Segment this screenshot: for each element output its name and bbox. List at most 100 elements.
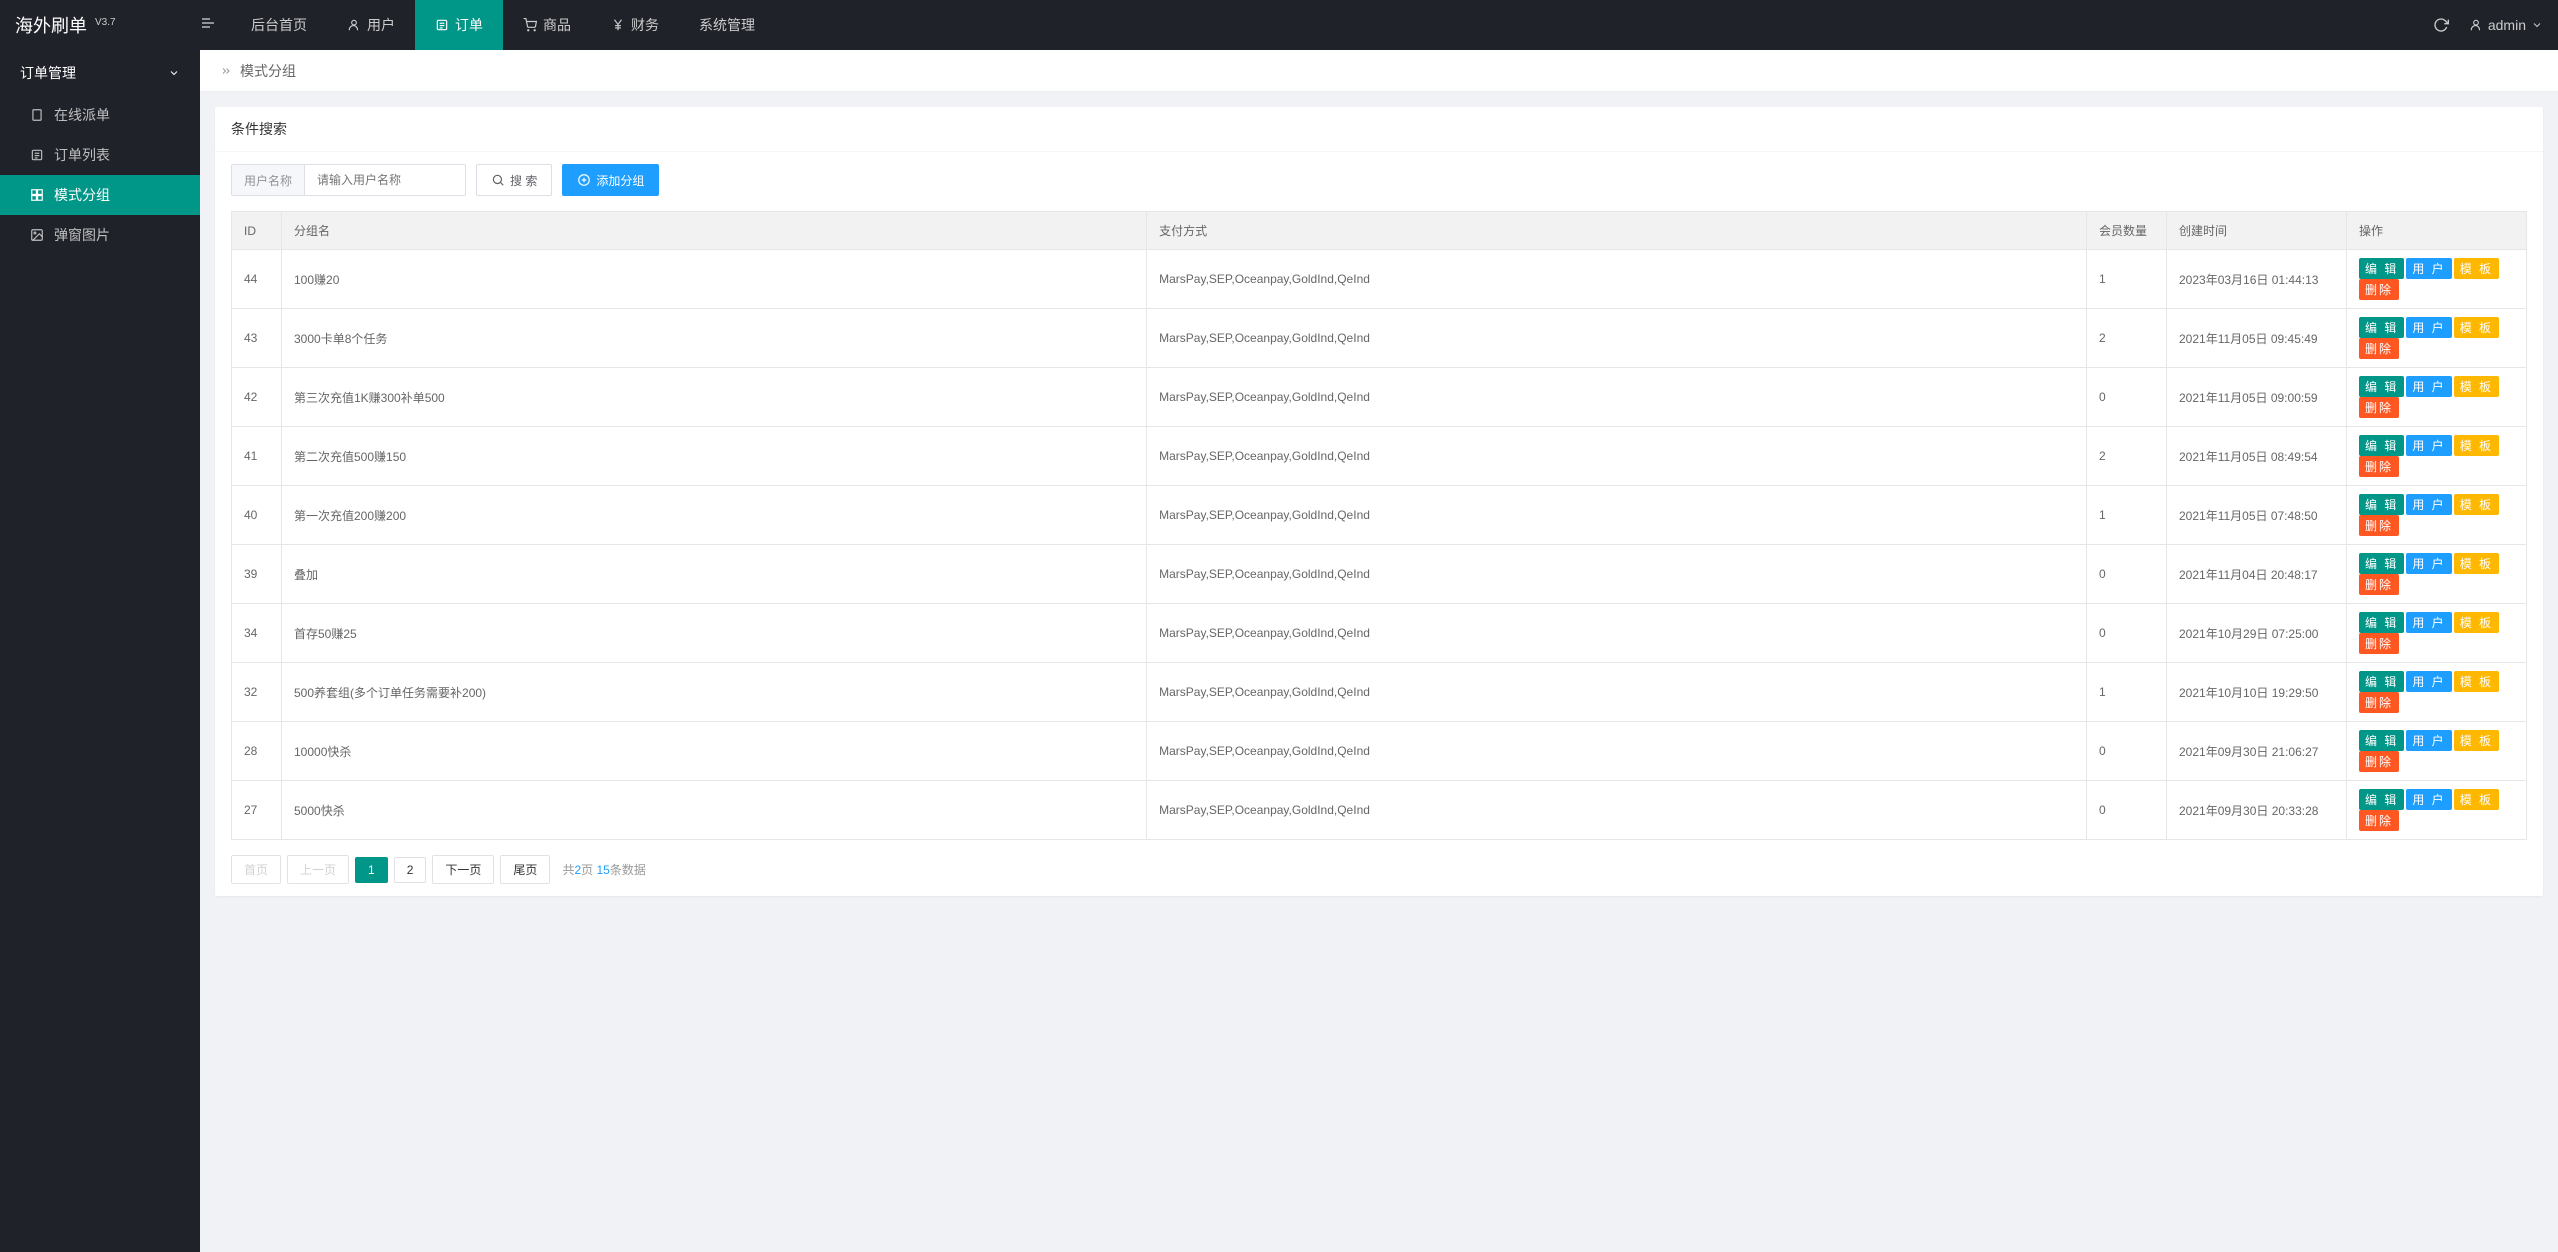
menu-toggle-icon[interactable]	[195, 15, 231, 36]
sidebar-item-3[interactable]: 弹窗图片	[0, 215, 200, 255]
sidebar-item-label: 订单列表	[54, 145, 110, 165]
user-icon	[347, 18, 361, 32]
edit-button[interactable]: 编 辑	[2359, 376, 2404, 397]
refresh-button[interactable]	[2433, 17, 2449, 33]
cell-pay: MarsPay,SEP,Oceanpay,GoldInd,QeInd	[1147, 722, 2087, 781]
content-card: 条件搜索 用户名称 搜 索	[215, 107, 2543, 896]
edit-button[interactable]: 编 辑	[2359, 317, 2404, 338]
page-next[interactable]: 下一页	[432, 855, 494, 884]
username-input[interactable]	[305, 165, 465, 195]
sidebar-item-label: 弹窗图片	[54, 225, 110, 245]
mode-button[interactable]: 模 板	[2454, 435, 2499, 456]
user-button[interactable]: 用 户	[2406, 612, 2451, 633]
sidebar-item-2[interactable]: 模式分组	[0, 175, 200, 215]
user-button[interactable]: 用 户	[2406, 789, 2451, 810]
cell-name: 叠加	[282, 545, 1147, 604]
brand-name: 海外刷单	[15, 16, 87, 36]
edit-button[interactable]: 编 辑	[2359, 789, 2404, 810]
mode-button[interactable]: 模 板	[2454, 671, 2499, 692]
delete-button[interactable]: 删除	[2359, 279, 2399, 300]
mode-button[interactable]: 模 板	[2454, 258, 2499, 279]
delete-button[interactable]: 删除	[2359, 810, 2399, 831]
cell-id: 27	[232, 781, 282, 840]
col-header: 创建时间	[2167, 212, 2347, 250]
user-button[interactable]: 用 户	[2406, 671, 2451, 692]
list-icon	[30, 148, 44, 162]
mode-button[interactable]: 模 板	[2454, 730, 2499, 751]
plus-circle-icon	[577, 173, 591, 187]
delete-button[interactable]: 删除	[2359, 456, 2399, 477]
image-icon	[30, 228, 44, 242]
table-row: 275000快杀MarsPay,SEP,Oceanpay,GoldInd,QeI…	[232, 781, 2527, 840]
user-button[interactable]: 用 户	[2406, 317, 2451, 338]
cell-id: 41	[232, 427, 282, 486]
sidebar-item-0[interactable]: 在线派单	[0, 95, 200, 135]
edit-button[interactable]: 编 辑	[2359, 671, 2404, 692]
sidebar-item-label: 模式分组	[54, 185, 110, 205]
cell-count: 2	[2087, 309, 2167, 368]
mode-button[interactable]: 模 板	[2454, 612, 2499, 633]
edit-button[interactable]: 编 辑	[2359, 258, 2404, 279]
delete-button[interactable]: 删除	[2359, 515, 2399, 536]
nav-item-0[interactable]: 后台首页	[231, 0, 327, 50]
user-button[interactable]: 用 户	[2406, 258, 2451, 279]
user-button[interactable]: 用 户	[2406, 730, 2451, 751]
user-menu[interactable]: admin	[2469, 17, 2543, 33]
cell-name: 第二次充值500赚150	[282, 427, 1147, 486]
sidebar-section-header[interactable]: 订单管理	[0, 50, 200, 95]
cell-pay: MarsPay,SEP,Oceanpay,GoldInd,QeInd	[1147, 427, 2087, 486]
cell-time: 2021年09月30日 20:33:28	[2167, 781, 2347, 840]
chevron-down-icon	[2531, 19, 2543, 31]
cell-name: 500养套组(多个订单任务需要补200)	[282, 663, 1147, 722]
cell-time: 2021年10月29日 07:25:00	[2167, 604, 2347, 663]
mode-button[interactable]: 模 板	[2454, 494, 2499, 515]
user-button[interactable]: 用 户	[2406, 376, 2451, 397]
delete-button[interactable]: 删除	[2359, 338, 2399, 359]
brand-version: V3.7	[95, 17, 116, 28]
add-group-button[interactable]: 添加分组	[562, 164, 659, 196]
cell-time: 2021年11月04日 20:48:17	[2167, 545, 2347, 604]
cell-actions: 编 辑用 户模 板删除	[2347, 368, 2527, 427]
mode-button[interactable]: 模 板	[2454, 789, 2499, 810]
delete-button[interactable]: 删除	[2359, 397, 2399, 418]
nav-item-label: 商品	[543, 15, 571, 35]
mode-button[interactable]: 模 板	[2454, 553, 2499, 574]
nav-item-2[interactable]: 订单	[415, 0, 503, 50]
page-prev[interactable]: 上一页	[287, 855, 349, 884]
search-button-label: 搜 索	[510, 172, 537, 189]
search-button[interactable]: 搜 索	[476, 164, 552, 196]
col-header: 分组名	[282, 212, 1147, 250]
page-number-1[interactable]: 1	[355, 857, 388, 883]
edit-button[interactable]: 编 辑	[2359, 494, 2404, 515]
page-number-2[interactable]: 2	[394, 857, 427, 883]
page-first[interactable]: 首页	[231, 855, 281, 884]
edit-button[interactable]: 编 辑	[2359, 612, 2404, 633]
cell-name: 第一次充值200赚200	[282, 486, 1147, 545]
edit-button[interactable]: 编 辑	[2359, 730, 2404, 751]
delete-button[interactable]: 删除	[2359, 633, 2399, 654]
cell-count: 0	[2087, 368, 2167, 427]
page-last[interactable]: 尾页	[500, 855, 550, 884]
user-button[interactable]: 用 户	[2406, 494, 2451, 515]
sidebar-item-1[interactable]: 订单列表	[0, 135, 200, 175]
user-button[interactable]: 用 户	[2406, 435, 2451, 456]
nav-item-3[interactable]: 商品	[503, 0, 591, 50]
delete-button[interactable]: 删除	[2359, 751, 2399, 772]
cell-id: 43	[232, 309, 282, 368]
cell-count: 1	[2087, 486, 2167, 545]
search-row: 用户名称 搜 索 添加分组	[231, 164, 2527, 196]
delete-button[interactable]: 删除	[2359, 574, 2399, 595]
mode-button[interactable]: 模 板	[2454, 376, 2499, 397]
group-icon	[30, 188, 44, 202]
nav-item-1[interactable]: 用户	[327, 0, 415, 50]
nav-item-label: 用户	[367, 15, 395, 35]
mode-button[interactable]: 模 板	[2454, 317, 2499, 338]
cell-actions: 编 辑用 户模 板删除	[2347, 604, 2527, 663]
delete-button[interactable]: 删除	[2359, 692, 2399, 713]
cell-pay: MarsPay,SEP,Oceanpay,GoldInd,QeInd	[1147, 781, 2087, 840]
edit-button[interactable]: 编 辑	[2359, 435, 2404, 456]
user-button[interactable]: 用 户	[2406, 553, 2451, 574]
edit-button[interactable]: 编 辑	[2359, 553, 2404, 574]
nav-item-4[interactable]: 财务	[591, 0, 679, 50]
nav-item-5[interactable]: 系统管理	[679, 0, 775, 50]
